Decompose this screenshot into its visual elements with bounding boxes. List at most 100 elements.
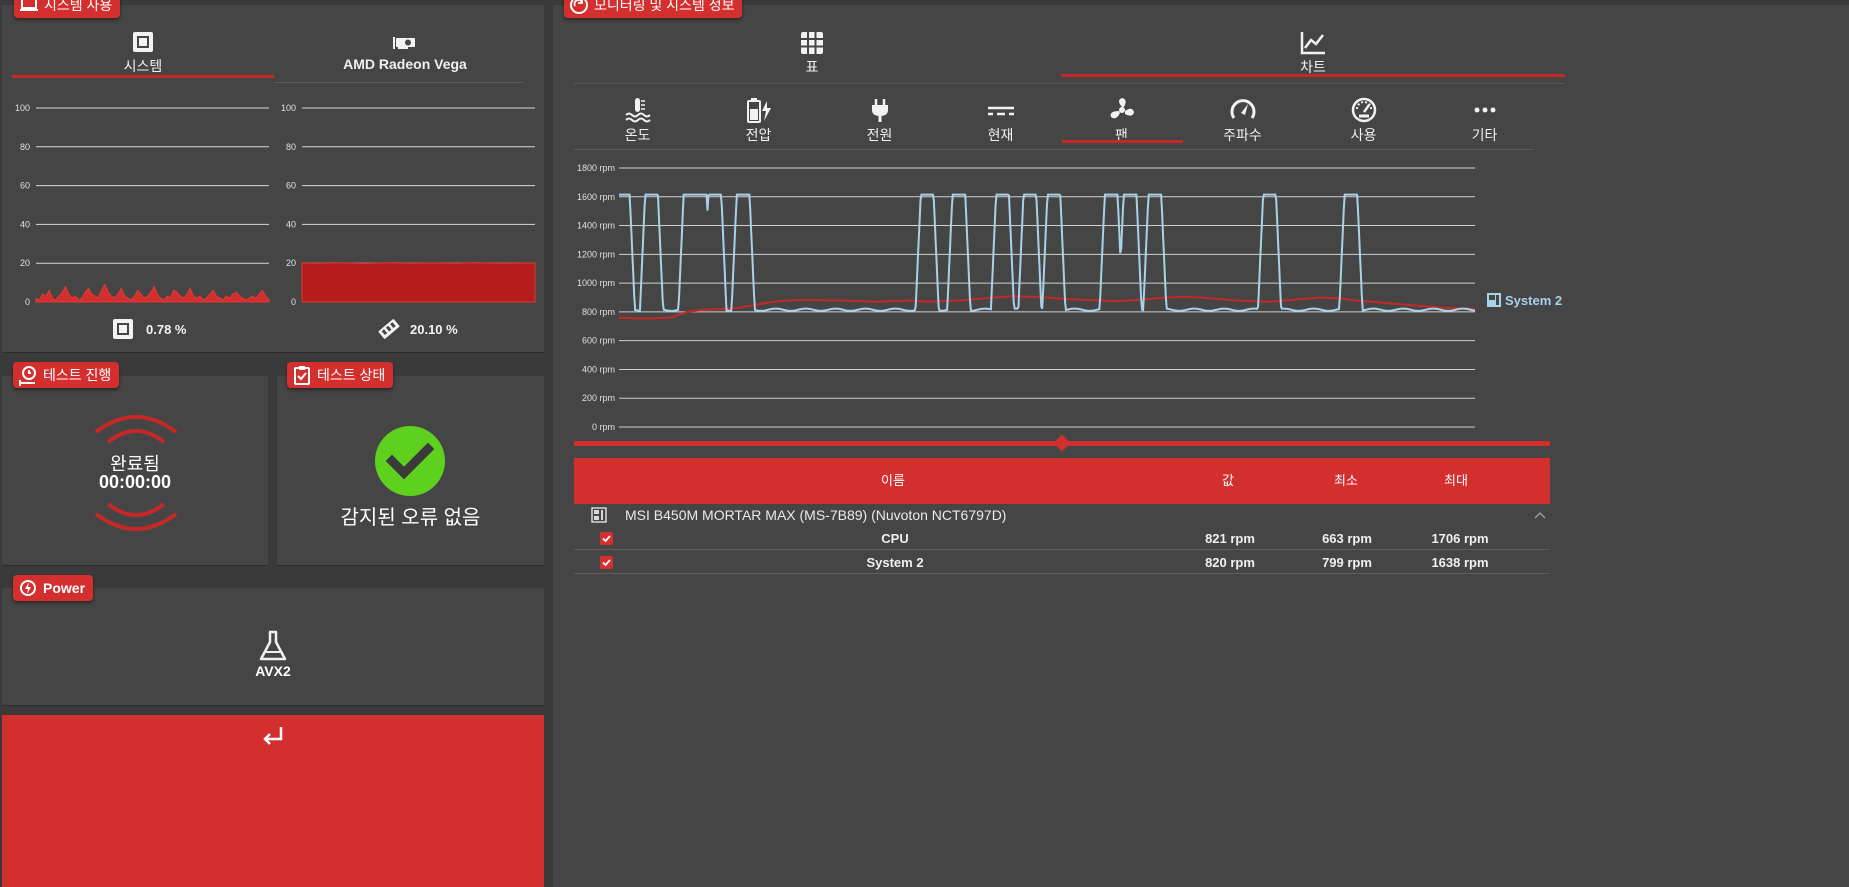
tab-other[interactable]: 기타 bbox=[1424, 97, 1545, 145]
system-usage-badge-label: 시스템 사용 bbox=[44, 0, 113, 13]
y-tick-label: 200 rpm bbox=[582, 393, 615, 403]
table-row[interactable]: System 2 820 rpm 799 rpm 1638 rpm bbox=[574, 551, 1550, 574]
y-tick-label: 100 bbox=[15, 103, 30, 113]
table-row[interactable]: CPU 821 rpm 663 rpm 1706 rpm bbox=[574, 527, 1550, 550]
success-check-icon bbox=[375, 426, 445, 496]
tab-divider bbox=[274, 82, 524, 83]
row-max: 1706 rpm bbox=[1431, 531, 1489, 546]
y-tick-label: 80 bbox=[20, 142, 30, 152]
chart-legend-text: System 2 bbox=[1505, 292, 1563, 308]
tab-frequency-label: 주파수 bbox=[1223, 127, 1262, 143]
y-tick-label: 100 bbox=[281, 103, 296, 113]
tab-current-label: 현재 bbox=[987, 127, 1014, 143]
flask-icon bbox=[259, 630, 287, 661]
column-header-name[interactable]: 이름 bbox=[574, 458, 1212, 504]
tab-temperature-label: 온도 bbox=[624, 127, 651, 143]
column-header-value[interactable]: 값 bbox=[1174, 458, 1282, 504]
monitoring-badge: 모니터링 및 시스템 정보 bbox=[564, 0, 743, 18]
y-tick-label: 0 bbox=[25, 297, 30, 307]
series-line-cpu bbox=[619, 193, 1476, 312]
cpu-icon bbox=[113, 319, 133, 339]
test-status-message: 감지된 오류 없음 bbox=[340, 507, 481, 529]
line-chart-icon bbox=[1300, 32, 1325, 55]
tab-chart-indicator bbox=[1061, 74, 1565, 77]
power-panel: AVX2 bbox=[2, 588, 544, 706]
tab-other-label: 기타 bbox=[1471, 127, 1498, 143]
tab-chart[interactable]: 차트 bbox=[1061, 31, 1565, 75]
y-tick-label: 40 bbox=[20, 219, 30, 229]
y-tick-label: 1200 rpm bbox=[577, 249, 615, 259]
y-tick-label: 0 rpm bbox=[592, 422, 615, 432]
tab-power-label: 전원 bbox=[866, 127, 893, 143]
tab-table[interactable]: 표 bbox=[563, 31, 1061, 75]
monitoring-badge-label: 모니터링 및 시스템 정보 bbox=[594, 0, 735, 13]
timer-icon bbox=[19, 366, 36, 386]
y-tick-label: 1600 rpm bbox=[577, 192, 615, 202]
progress-time: 00:00:00 bbox=[98, 472, 172, 492]
return-button[interactable] bbox=[2, 715, 544, 887]
clipboard-check-icon bbox=[294, 366, 310, 385]
enter-arrow-icon bbox=[263, 727, 283, 745]
column-header-min[interactable]: 최소 bbox=[1292, 458, 1400, 504]
power-mode: AVX2 bbox=[255, 663, 291, 679]
tab-gpu[interactable]: AMD Radeon Vega bbox=[274, 31, 536, 79]
battery-bolt-icon bbox=[746, 98, 771, 123]
tab-usage-label: 사용 bbox=[1350, 127, 1377, 143]
tab-power[interactable]: 전원 bbox=[819, 97, 940, 145]
test-progress-panel: 완료됨 00:00:00 bbox=[2, 376, 268, 566]
y-tick-label: 60 bbox=[20, 181, 30, 191]
y-tick-label: 20 bbox=[20, 258, 30, 268]
gpu-usage-chart: 0 20 40 60 80 100 bbox=[281, 103, 536, 307]
monitoring-panel: 표 차트 온도 전압 전원 현재 팬 주파수 사용 기타 1800 rpm 16… bbox=[553, 5, 1849, 887]
gpu-usage-value: 20.10 % bbox=[410, 321, 458, 337]
more-dots-icon bbox=[1474, 107, 1495, 113]
test-progress-badge-label: 테스트 진행 bbox=[43, 367, 112, 383]
motherboard-icon bbox=[591, 507, 607, 523]
refresh-circle-icon bbox=[570, 0, 588, 14]
tab-fan[interactable]: 팬 bbox=[1061, 97, 1182, 145]
test-progress-badge: 테스트 진행 bbox=[13, 362, 120, 388]
y-tick-label: 400 rpm bbox=[582, 364, 615, 374]
motherboard-icon bbox=[1487, 293, 1501, 307]
y-tick-label: 40 bbox=[286, 219, 296, 229]
chevron-up-icon[interactable] bbox=[1534, 511, 1546, 519]
test-status-badge-label: 테스트 상태 bbox=[317, 367, 386, 383]
plug-icon bbox=[871, 99, 888, 122]
speedometer-icon bbox=[1351, 97, 1376, 123]
y-tick-label: 1800 rpm bbox=[577, 163, 615, 173]
sensor-table: 이름 값 최소 최대 MSI B450M MORTAR MAX (MS-7B89… bbox=[574, 458, 1550, 574]
table-header: 이름 값 최소 최대 bbox=[574, 458, 1550, 504]
fan-icon bbox=[1110, 98, 1134, 119]
chart-legend-label: System 2 bbox=[1486, 292, 1562, 308]
row-value: 821 rpm bbox=[1205, 531, 1255, 546]
power-badge: Power bbox=[13, 575, 94, 601]
device-name: MSI B450M MORTAR MAX (MS-7B89) (Nuvoton … bbox=[625, 507, 1007, 523]
tab-current[interactable]: 현재 bbox=[940, 97, 1061, 145]
row-max: 1638 rpm bbox=[1431, 555, 1489, 570]
device-group-row[interactable]: MSI B450M MORTAR MAX (MS-7B89) (Nuvoton … bbox=[574, 504, 1550, 527]
series-line-system-2 bbox=[618, 295, 1476, 320]
y-tick-label: 1000 rpm bbox=[577, 278, 615, 288]
row-min: 663 rpm bbox=[1322, 531, 1372, 546]
system-usage-panel: 시스템 AMD Radeon Vega 0 20 40 60 80 100 0 20 40 60… bbox=[2, 5, 544, 353]
test-status-panel: 감지된 오류 없음 bbox=[277, 376, 544, 566]
test-status-badge: 테스트 상태 bbox=[287, 362, 394, 388]
cpu-icon bbox=[133, 32, 153, 52]
sensor-tabs: 온도 전압 전원 현재 팬 주파수 사용 기타 bbox=[577, 97, 1549, 143]
tab-frequency[interactable]: 주파수 bbox=[1182, 97, 1303, 145]
memory-icon bbox=[378, 319, 400, 339]
column-header-max[interactable]: 최대 bbox=[1402, 458, 1510, 504]
fan-speed-chart: 1800 rpm 1600 rpm 1400 rpm 1200 rpm 1000 rpm… bbox=[577, 163, 1476, 432]
tab-voltage[interactable]: 전압 bbox=[698, 97, 819, 145]
cpu-usage-readout: 0.78 % bbox=[112, 316, 186, 342]
tab-voltage-label: 전압 bbox=[745, 127, 772, 143]
tab-system[interactable]: 시스템 bbox=[12, 31, 274, 79]
tab-temperature[interactable]: 온도 bbox=[577, 97, 698, 145]
power-cycle-icon bbox=[20, 580, 36, 596]
y-tick-label: 0 bbox=[291, 297, 296, 307]
cpu-usage-chart: 0 20 40 60 80 100 bbox=[15, 103, 270, 307]
tab-usage[interactable]: 사용 bbox=[1303, 97, 1424, 145]
system-usage-badge: 시스템 사용 bbox=[14, 0, 121, 18]
y-tick-label: 600 rpm bbox=[582, 336, 615, 346]
y-tick-label: 60 bbox=[286, 181, 296, 191]
